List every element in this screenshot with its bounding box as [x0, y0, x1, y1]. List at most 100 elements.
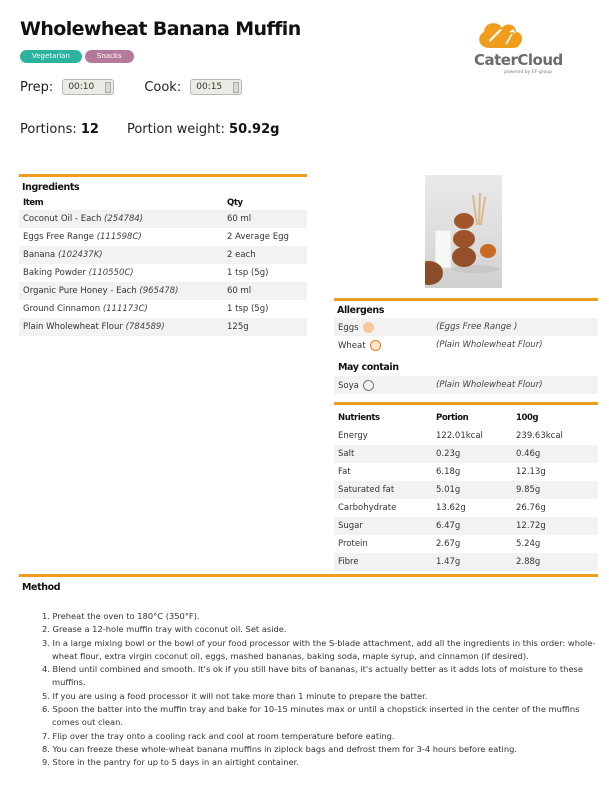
cloud-cutlery-icon	[479, 23, 523, 48]
method-divider	[19, 574, 598, 577]
col-nutrients: Nutrients	[338, 413, 380, 423]
portion-info: Portions: 12 Portion weight: 50.92g	[20, 122, 279, 137]
may-contain-title: May contain	[338, 361, 399, 373]
nutrient-name: Salt	[334, 445, 432, 463]
nutrient-portion: 122.01kcal	[436, 431, 483, 441]
egg-icon	[362, 321, 374, 333]
muffin-image	[425, 192, 499, 285]
allergen-source: (Eggs Free Range )	[432, 318, 598, 336]
may-contain-row: Soya (Plain Wholewheat Flour)	[334, 376, 598, 394]
ingredients-table: Item Qty Coconut Oil - Each (254784) 60 m…	[19, 196, 307, 336]
ingredient-name: Organic Pure Honey - Each	[23, 286, 137, 296]
method-title: Method	[22, 582, 61, 593]
logo-tagline: powered by EF-group	[504, 70, 552, 75]
nutrient-name: Fat	[338, 467, 351, 477]
nutrient-row: Salt 0.23g 0.46g	[334, 445, 598, 463]
nutrient-row: Fibre 1.47g 2.88g	[334, 553, 598, 571]
cook-time-input[interactable]: 00:15	[190, 79, 243, 95]
nutrient-name: Sugar	[334, 517, 432, 535]
ingredient-row: Organic Pure Honey - Each (965478) 60 ml	[19, 282, 307, 300]
ingredient-row: Coconut Oil - Each (254784) 60 ml	[19, 210, 307, 228]
nutrients-table: Nutrients Portion 100g Energy 122.01kcal 2…	[334, 409, 598, 571]
allergen-source: (Plain Wholewheat Flour)	[436, 340, 543, 350]
ingredient-row: Eggs Free Range (111598C) 2 Average Egg	[19, 228, 307, 246]
ingredient-code: (102437K)	[57, 250, 103, 260]
method-step: 7. Flip over the tray onto a cooling rac…	[42, 730, 395, 741]
prep-time-input[interactable]: 00:10	[62, 79, 115, 95]
method-step: 1. Preheat the oven to 180°C (350°F).	[42, 611, 200, 621]
method-step: 9. Store in the pantry for up to 5 days …	[42, 757, 299, 768]
cook-label: Cook:	[144, 79, 182, 95]
portion-weight-value: 50.92g	[229, 122, 280, 137]
method-step: 8. You can freeze these whole-wheat bana…	[42, 743, 518, 754]
nutrient-row: Fat 6.18g 12.13g	[334, 463, 598, 481]
recipe-photo	[425, 175, 502, 288]
allergen-name: Soya	[338, 380, 359, 391]
ingredient-qty: 60 ml	[223, 210, 307, 228]
tag-list: Vegetarian Snacks	[20, 50, 134, 63]
ingredient-code: (111173C)	[102, 304, 148, 314]
nutrient-name: Protein	[338, 539, 368, 549]
ingredient-name: Baking Powder	[23, 268, 86, 278]
allergen-name: Eggs	[338, 322, 359, 333]
ingredient-qty: 2 Average Egg	[227, 232, 289, 242]
nutrient-portion: 13.62g	[436, 503, 466, 513]
may-contain-header-row: May contain	[334, 354, 598, 376]
recipe-title: Wholewheat Banana Muffin	[20, 18, 301, 40]
col-qty: Qty	[227, 198, 243, 208]
ingredient-row: Banana (102437K) 2 each	[19, 246, 307, 264]
col-item: Item	[23, 198, 44, 208]
ingredient-code: (111598C)	[96, 232, 142, 242]
ingredient-qty: 2 each	[223, 246, 307, 264]
wheat-icon	[369, 339, 381, 351]
ingredient-name: Plain Wholewheat Flour	[23, 322, 123, 332]
method-step: 3. In a large mixing bowl or the bowl of…	[42, 637, 596, 661]
method-step: 2. Grease a 12-hole muffin tray with coc…	[42, 624, 287, 635]
nutrient-row: Saturated fat 5.01g 9.85g	[334, 481, 598, 499]
nutrient-row: Carbohydrate 13.62g 26.76g	[334, 499, 598, 517]
allergens-divider	[334, 298, 598, 301]
time-fields: Prep: 00:10 Cook: 00:15	[20, 79, 243, 95]
allergen-row: Eggs (Eggs Free Range )	[334, 318, 598, 336]
col-portion: Portion	[436, 413, 469, 423]
nutrients-divider	[334, 402, 598, 405]
nutrient-per100: 9.85g	[512, 481, 598, 499]
prep-time-value: 00:10	[68, 82, 95, 92]
ingredients-title: Ingredients	[22, 182, 80, 193]
nutrient-per100: 2.88g	[512, 553, 598, 571]
ingredient-qty: 1 tsp (5g)	[227, 304, 269, 314]
prep-label: Prep:	[20, 79, 54, 95]
nutrients-header-row: Nutrients Portion 100g	[334, 409, 598, 427]
nutrient-portion: 6.18g	[436, 467, 461, 477]
col-100g: 100g	[516, 413, 539, 423]
nutrient-per100: 239.63kcal	[516, 431, 563, 441]
ingredients-divider	[19, 174, 307, 177]
nutrient-portion: 0.23g	[432, 445, 512, 463]
portion-weight: Portion weight: 50.92g	[127, 122, 280, 137]
nutrient-portion: 6.47g	[432, 517, 512, 535]
nutrient-per100: 12.72g	[512, 517, 598, 535]
cook-time-value: 00:15	[196, 82, 223, 92]
nutrient-row: Energy 122.01kcal 239.63kcal	[334, 427, 598, 445]
nutrient-per100: 5.24g	[516, 539, 541, 549]
ingredient-row: Ground Cinnamon (111173C) 1 tsp (5g)	[19, 300, 307, 318]
ingredient-row: Plain Wholewheat Flour (784589) 125g	[19, 318, 307, 336]
ingredients-header-row: Item Qty	[19, 196, 307, 210]
nutrient-name: Saturated fat	[334, 481, 432, 499]
nutrient-name: Carbohydrate	[338, 503, 397, 513]
tag-snacks: Snacks	[84, 50, 134, 63]
spinner-handle-icon[interactable]	[105, 82, 112, 93]
ingredient-name: Coconut Oil - Each	[23, 214, 102, 224]
ingredients-body: Coconut Oil - Each (254784) 60 ml Eggs Fr…	[19, 210, 307, 336]
nutrient-per100: 12.13g	[516, 467, 546, 477]
nutrient-name: Fibre	[334, 553, 432, 571]
portion-weight-label: Portion weight:	[126, 122, 225, 137]
spinner-handle-icon[interactable]	[233, 82, 240, 93]
nutrient-row: Protein 2.67g 5.24g	[334, 535, 598, 553]
allergen-row: Wheat (Plain Wholewheat Flour)	[334, 336, 598, 354]
nutrient-portion: 2.67g	[436, 539, 461, 549]
method-step: 5. If you are using a food processor it …	[42, 690, 428, 701]
ingredient-row: Baking Powder (110550C) 1 tsp (5g)	[19, 264, 307, 282]
method-step: 4. Blend until combined and smooth. It's…	[42, 664, 583, 688]
allergen-name: Wheat	[338, 340, 366, 351]
